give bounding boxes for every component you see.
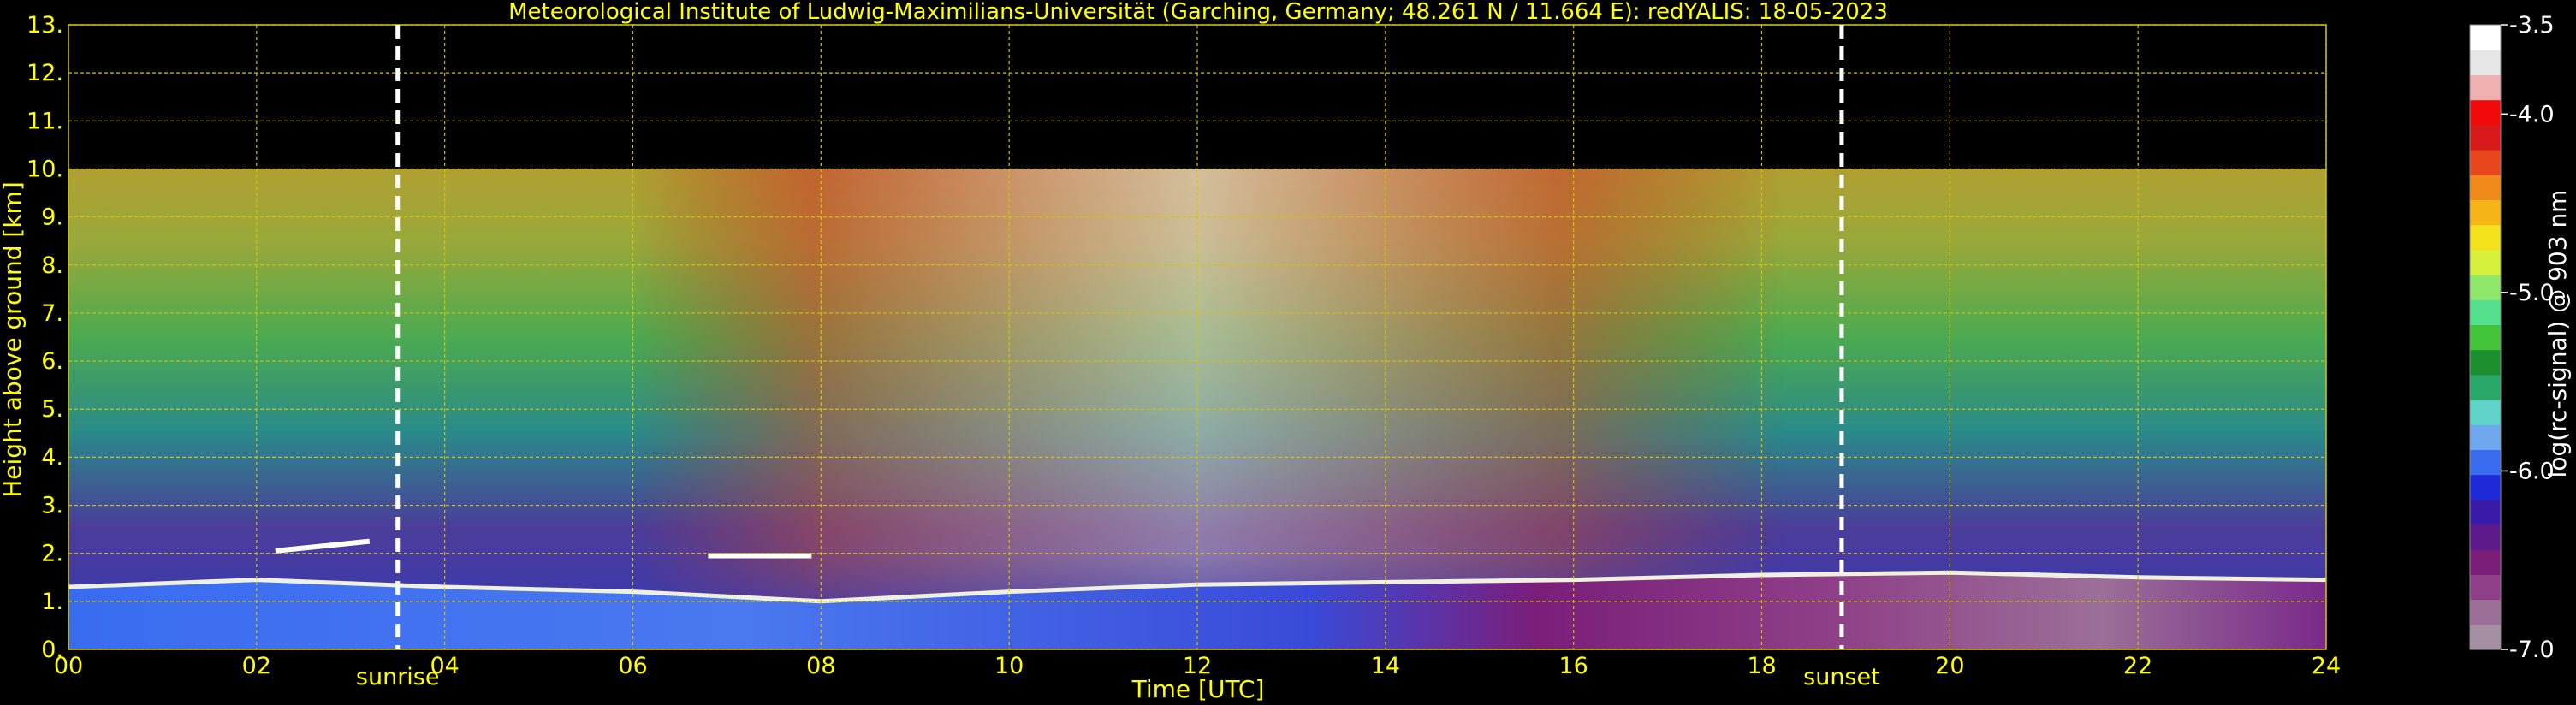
event-label: sunrise bbox=[356, 664, 440, 690]
y-tick-label: 3. bbox=[41, 493, 63, 519]
colorbar-label: log(rc-signal) @ 903 nm bbox=[2543, 190, 2572, 478]
y-tick-label: 4. bbox=[41, 444, 63, 471]
colorbar-segment bbox=[2470, 299, 2501, 325]
colorbar-segment bbox=[2470, 424, 2501, 450]
y-tick-label: 5. bbox=[41, 396, 63, 423]
y-tick-label: 0. bbox=[41, 637, 63, 663]
colorbar-segment bbox=[2470, 524, 2501, 550]
colorbar-segment bbox=[2470, 124, 2501, 151]
colorbar-segment bbox=[2470, 324, 2501, 351]
x-axis-label: Time [UTC] bbox=[1131, 675, 1265, 703]
colorbar-segment bbox=[2470, 74, 2501, 101]
colorbar-segment bbox=[2470, 199, 2501, 226]
y-tick-label: 13. bbox=[27, 12, 63, 39]
colorbar-segment bbox=[2470, 549, 2501, 575]
y-tick-label: 11. bbox=[27, 108, 63, 134]
y-tick-label: 12. bbox=[27, 60, 63, 86]
x-tick-label: 22 bbox=[2123, 653, 2152, 679]
colorbar-segment bbox=[2470, 275, 2501, 300]
y-axis-label: Height above ground [km] bbox=[0, 181, 27, 498]
x-tick-label: 20 bbox=[1935, 653, 1964, 679]
x-tick-label: 06 bbox=[618, 653, 647, 679]
x-tick-label: 14 bbox=[1371, 653, 1400, 679]
x-tick-label: 18 bbox=[1747, 653, 1776, 679]
colorbar-segment bbox=[2470, 224, 2501, 251]
colorbar-segment bbox=[2470, 150, 2501, 175]
colorbar-segment bbox=[2470, 449, 2501, 476]
colorbar-tick-label: -3.5 bbox=[2509, 12, 2555, 39]
x-tick-label: 24 bbox=[2312, 653, 2341, 679]
colorbar-segment bbox=[2470, 99, 2501, 126]
colorbar-segment bbox=[2470, 400, 2501, 425]
y-tick-label: 2. bbox=[41, 541, 63, 567]
colorbar-segment bbox=[2470, 599, 2501, 625]
event-label: sunset bbox=[1803, 664, 1880, 690]
colorbar-segment bbox=[2470, 574, 2501, 601]
y-tick-label: 6. bbox=[41, 348, 63, 375]
x-tick-label: 16 bbox=[1558, 653, 1588, 679]
y-tick-label: 10. bbox=[27, 156, 63, 182]
colorbar-tick-label: -4.0 bbox=[2509, 101, 2555, 127]
lidar-chart: Meteorological Institute of Ludwig-Maxim… bbox=[0, 0, 2576, 705]
colorbar-segment bbox=[2470, 249, 2501, 275]
colorbar-segment bbox=[2470, 349, 2501, 376]
colorbar-segment bbox=[2470, 50, 2501, 75]
colorbar-segment bbox=[2470, 25, 2501, 50]
colorbar-segment bbox=[2470, 499, 2501, 525]
x-tick-label: 10 bbox=[994, 653, 1024, 679]
colorbar-segment bbox=[2470, 175, 2501, 200]
chart-title: Meteorological Institute of Ludwig-Maxim… bbox=[508, 0, 1888, 25]
y-tick-label: 8. bbox=[41, 252, 63, 279]
colorbar-segment bbox=[2470, 624, 2501, 650]
colorbar-segment bbox=[2470, 474, 2501, 501]
x-tick-label: 02 bbox=[242, 653, 271, 679]
y-tick-label: 7. bbox=[41, 300, 63, 327]
y-tick-label: 1. bbox=[41, 589, 63, 615]
colorbar-segment bbox=[2470, 374, 2501, 400]
y-tick-label: 9. bbox=[41, 204, 63, 231]
colorbar-tick-label: -7.0 bbox=[2509, 637, 2555, 663]
x-tick-label: 08 bbox=[806, 653, 835, 679]
